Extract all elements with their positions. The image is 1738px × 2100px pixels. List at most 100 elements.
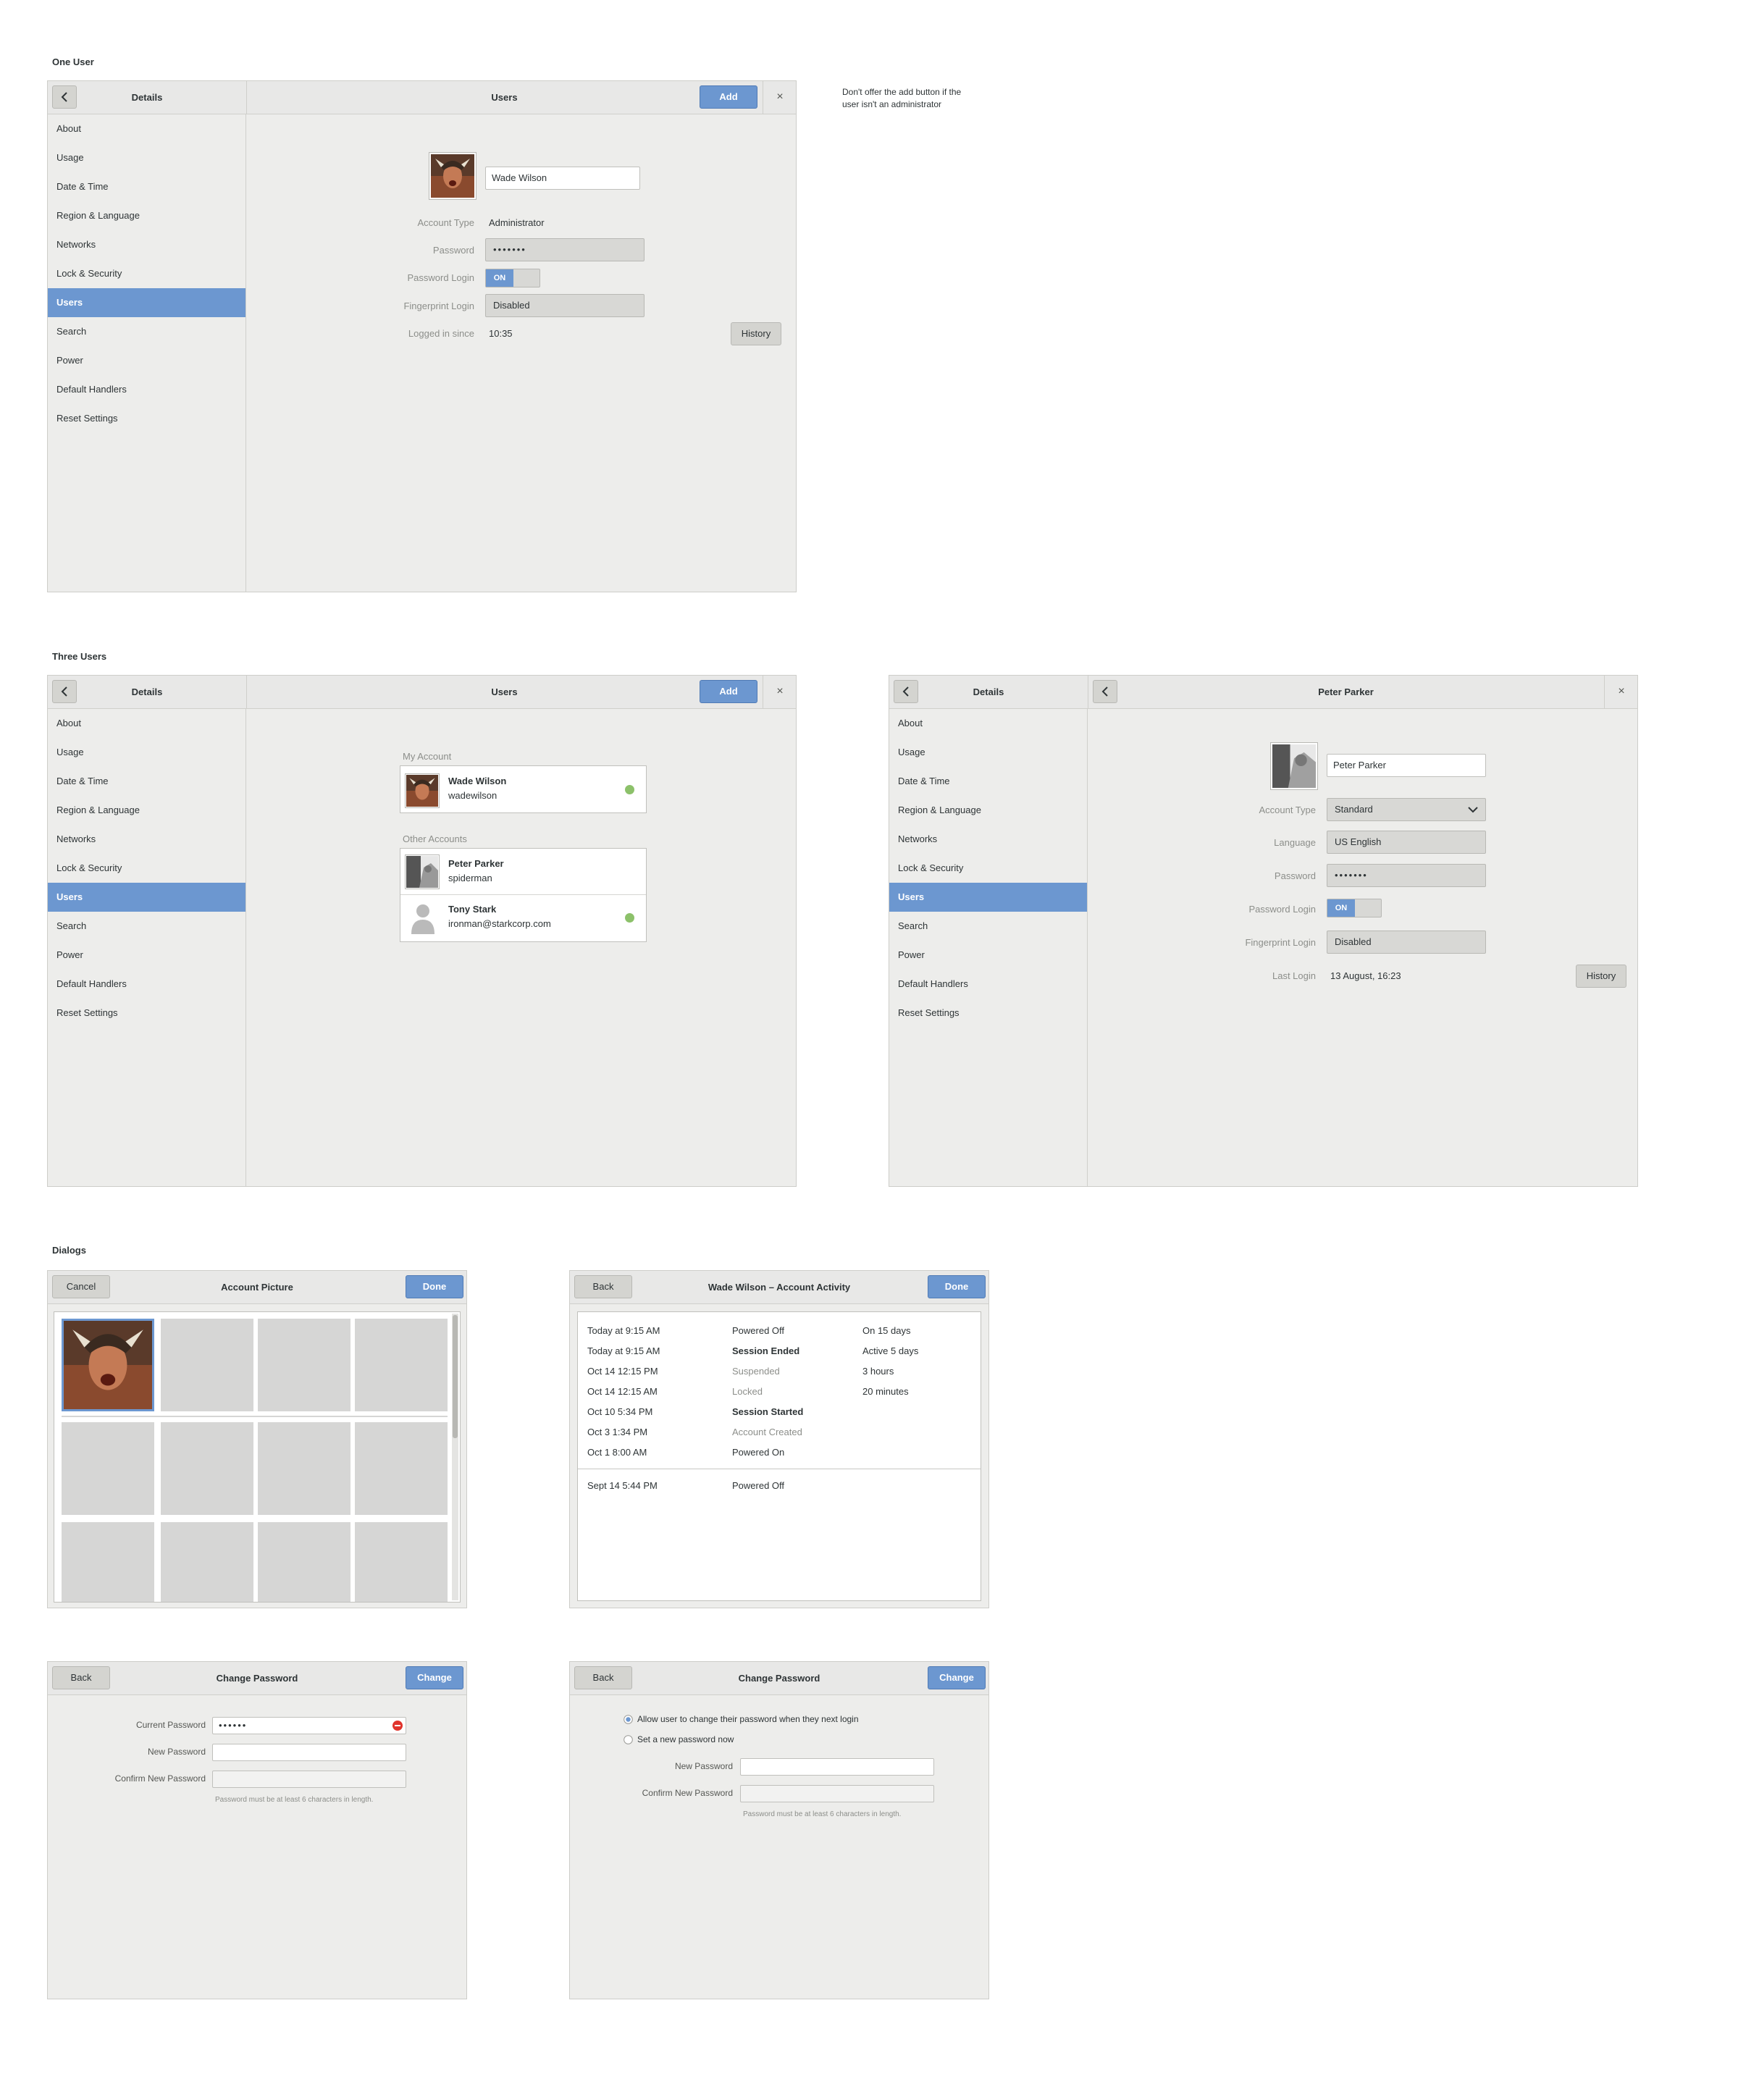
picture-tile[interactable] [355,1319,448,1411]
picture-tile[interactable] [62,1522,154,1602]
change-button[interactable]: Change [406,1666,463,1689]
current-password-label: Current Password [135,1720,206,1730]
radio-selected-icon[interactable] [624,1715,633,1724]
fingerprint-login-field[interactable]: Disabled [1327,931,1486,954]
new-password-label: New Password [147,1747,206,1757]
sidebar-item-networks[interactable]: Networks [48,230,245,259]
list-item[interactable]: Wade Wilson wadewilson [400,767,646,812]
back-button[interactable] [52,85,77,109]
sidebar-item-reset-settings[interactable]: Reset Settings [889,999,1087,1028]
sidebar-item-usage[interactable]: Usage [48,738,245,767]
sidebar-item-reset-settings[interactable]: Reset Settings [48,999,245,1028]
sidebar-item-lock-security[interactable]: Lock & Security [48,259,245,288]
sidebar-item-region-language[interactable]: Region & Language [48,201,245,230]
activity-time: Oct 10 5:34 PM [587,1406,653,1417]
sidebar-item-about[interactable]: About [48,709,245,738]
change-button[interactable]: Change [928,1666,986,1689]
sidebar-item-power[interactable]: Power [48,941,245,970]
account-picture-dialog: Cancel Account Picture Done [47,1270,467,1608]
settings-window-peter-parker: Details Peter Parker × About Usage Date … [889,675,1638,1187]
sidebar-item-default-handlers[interactable]: Default Handlers [889,970,1087,999]
toggle-on-label: ON [486,269,513,287]
sidebar-item-users[interactable]: Users [48,883,245,912]
sidebar-item-lock-security[interactable]: Lock & Security [889,854,1087,883]
user-username: ironman@starkcorp.com [448,918,551,929]
sidebar-item-users[interactable]: Users [48,288,245,317]
history-button[interactable]: History [731,322,781,345]
sidebar-item-region-language[interactable]: Region & Language [889,796,1087,825]
details-title: Details [131,686,163,697]
user-avatar[interactable] [429,153,476,199]
picture-tile[interactable] [258,1319,350,1411]
confirm-password-field[interactable] [212,1771,406,1788]
picture-tile[interactable] [161,1319,253,1411]
full-name-field[interactable]: Peter Parker [1327,754,1486,777]
language-field[interactable]: US English [1327,831,1486,854]
radio-icon[interactable] [624,1735,633,1744]
add-button[interactable]: Add [700,680,757,703]
sidebar-item-networks[interactable]: Networks [889,825,1087,854]
picture-tile[interactable] [161,1522,253,1602]
password-label: Password [432,245,474,256]
sidebar-item-power[interactable]: Power [48,346,245,375]
avatar-image [406,775,438,807]
password-login-toggle[interactable]: ON [1327,899,1382,917]
confirm-password-field[interactable] [740,1785,934,1802]
user-name: Tony Stark [448,904,497,915]
picture-tile[interactable] [355,1522,448,1602]
picture-tile[interactable] [161,1422,253,1515]
sidebar-item-region-language[interactable]: Region & Language [48,796,245,825]
account-type-dropdown[interactable]: Standard [1327,798,1486,821]
sidebar-item-date-time[interactable]: Date & Time [48,767,245,796]
new-password-field[interactable] [740,1758,934,1776]
password-field[interactable]: ••••••• [485,238,645,261]
sidebar-item-usage[interactable]: Usage [48,143,245,172]
sidebar-item-date-time[interactable]: Date & Time [889,767,1087,796]
close-icon[interactable]: × [763,81,797,114]
done-button[interactable]: Done [406,1275,463,1298]
close-icon[interactable]: × [763,676,797,709]
scrollbar-thumb[interactable] [453,1315,458,1438]
back-button[interactable] [52,680,77,703]
sidebar-item-default-handlers[interactable]: Default Handlers [48,375,245,404]
current-password-field[interactable]: •••••• [212,1717,406,1734]
logged-in-label: Logged in since [408,328,474,339]
activity-time: Sept 14 5:44 PM [587,1480,658,1491]
fingerprint-login-field[interactable]: Disabled [485,294,645,317]
sidebar-item-lock-security[interactable]: Lock & Security [48,854,245,883]
add-button[interactable]: Add [700,85,757,109]
password-login-toggle[interactable]: ON [485,269,540,287]
sidebar-item-about[interactable]: About [889,709,1087,738]
close-icon[interactable]: × [1605,676,1638,709]
activity-time: Today at 9:15 AM [587,1325,660,1336]
picture-tile[interactable] [258,1522,350,1602]
picture-tile[interactable] [355,1422,448,1515]
new-password-field[interactable] [212,1744,406,1761]
back-button[interactable] [894,680,918,703]
user-avatar[interactable] [1271,743,1317,789]
header-bar: Details Users Add × [48,676,796,709]
history-button[interactable]: History [1576,965,1626,988]
sidebar-item-date-time[interactable]: Date & Time [48,172,245,201]
sidebar-item-about[interactable]: About [48,114,245,143]
sidebar-item-search[interactable]: Search [48,317,245,346]
sidebar-item-search[interactable]: Search [889,912,1087,941]
list-item[interactable]: Peter Parker spiderman [400,849,646,895]
full-name-field[interactable]: Wade Wilson [485,167,640,190]
activity-event-column: Powered Off Session Ended Suspended Lock… [732,1321,803,1463]
sidebar-item-networks[interactable]: Networks [48,825,245,854]
password-field[interactable]: ••••••• [1327,864,1486,887]
online-status-icon [625,785,634,794]
picture-tile[interactable] [258,1422,350,1515]
sidebar-item-users[interactable]: Users [889,883,1087,912]
done-button[interactable]: Done [928,1275,986,1298]
picture-tile-selected[interactable] [62,1319,154,1411]
sidebar-item-power[interactable]: Power [889,941,1087,970]
settings-window-three-users: Details Users Add × About Usage Date & T… [47,675,797,1187]
sidebar-item-search[interactable]: Search [48,912,245,941]
picture-tile[interactable] [62,1422,154,1515]
sidebar-item-reset-settings[interactable]: Reset Settings [48,404,245,433]
list-item[interactable]: Tony Stark ironman@starkcorp.com [400,895,646,940]
sidebar-item-usage[interactable]: Usage [889,738,1087,767]
sidebar-item-default-handlers[interactable]: Default Handlers [48,970,245,999]
